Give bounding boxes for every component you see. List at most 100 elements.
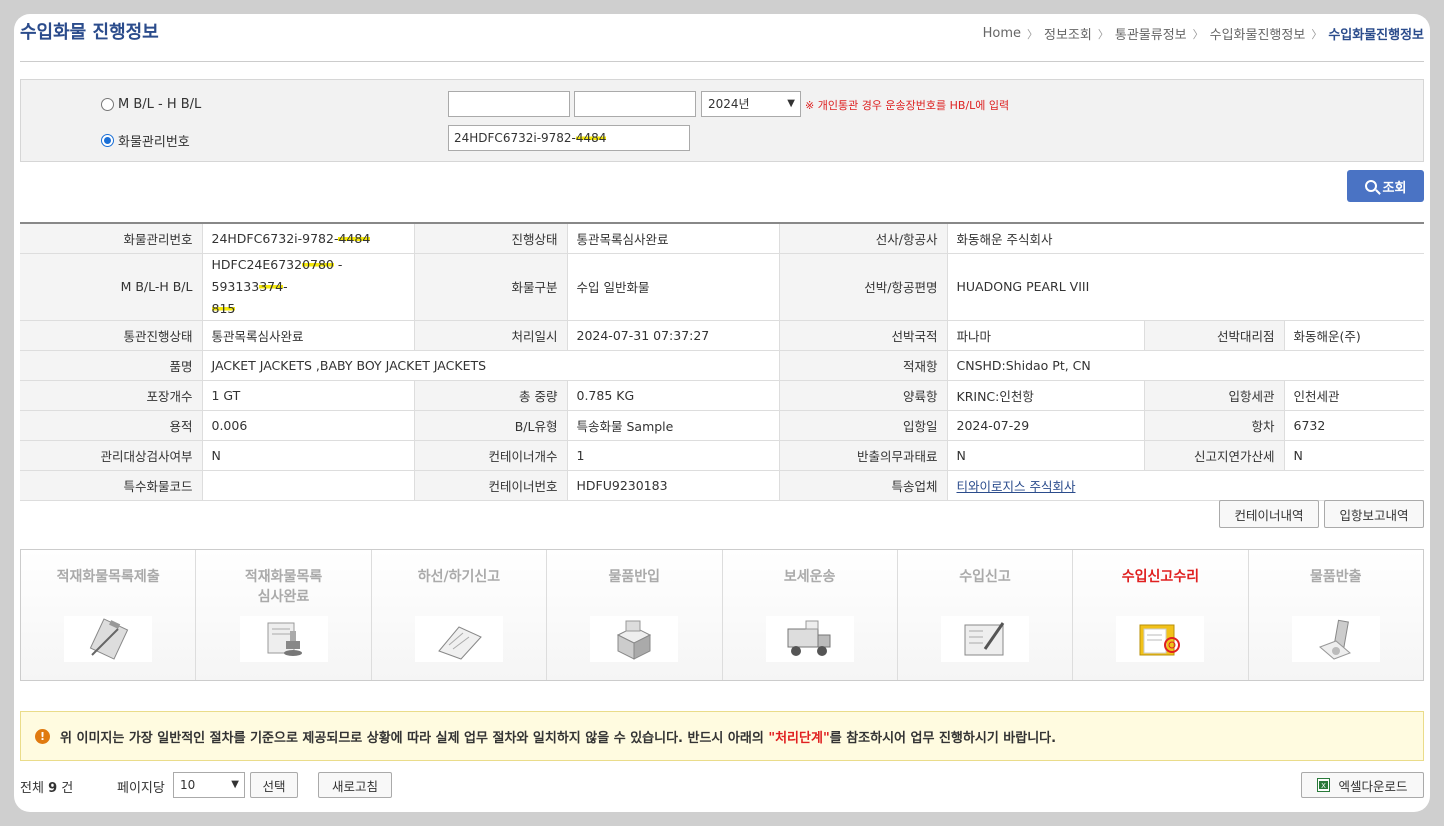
truck-icon (765, 616, 854, 662)
cell-header: 화물관리번호 (20, 223, 203, 254)
cargo-number-input[interactable]: 24HDFC6732i-9782-4484 (448, 125, 690, 151)
step-label: 적재화물목록제출 (56, 569, 160, 585)
search-icon (1364, 180, 1377, 192)
table-row: 화물관리번호 24HDFC6732i-9782-4484 진행상태 통관목록심사… (20, 223, 1424, 254)
cell-value: CNSHD:Shidao Pt, CN (947, 350, 1424, 381)
cell-header: 입항세관 (1144, 380, 1285, 411)
cell-header: 관리대상검사여부 (20, 440, 203, 471)
radio-cargo-row[interactable]: 화물관리번호 (101, 131, 190, 150)
list-footer: 전체 9 건 페이지당 10 ▼ 선택 새로고침 X 엑셀다운로드 (20, 771, 1424, 799)
cell-value: JACKET JACKETS ,BABY BOY JACKET JACKETS (202, 350, 780, 381)
arrival-report-button[interactable]: 입항보고내역 (1324, 500, 1424, 528)
cell-value: 2024-07-29 (947, 410, 1145, 441)
search-button-label: 조회 (1382, 180, 1407, 196)
cell-header: 처리일시 (414, 320, 568, 351)
search-button[interactable]: 조회 (1347, 170, 1424, 202)
select-button[interactable]: 선택 (250, 772, 298, 798)
step-label: 하선/하기신고 (417, 569, 501, 585)
masked-text: 4484 (338, 230, 371, 246)
step-label: 적재화물목록 심사완료 (244, 569, 323, 605)
chevron-right-icon: 〉 (1192, 27, 1204, 41)
notice-text-post: 를 참조하시어 업무 진행하시기 바랍니다. (829, 730, 1057, 746)
cargo-info-table: 화물관리번호 24HDFC6732i-9782-4484 진행상태 통관목록심사… (20, 222, 1424, 501)
table-row: M B/L-H B/L HDFC24E67320780 - 593133374-… (20, 253, 1424, 321)
cell-header: 항차 (1144, 410, 1285, 441)
step-label: 물품반출 (1310, 569, 1362, 585)
cell-value: 특송화물 Sample (567, 410, 780, 441)
container-detail-button[interactable]: 컨테이너내역 (1219, 500, 1319, 528)
bl-text: - (283, 278, 288, 294)
cell-header: 신고지연가산세 (1144, 440, 1285, 471)
page-title: 수입화물 진행정보 (20, 22, 159, 43)
mbl-input[interactable] (448, 91, 570, 117)
chevron-down-icon: ▼ (231, 779, 239, 790)
approved-folder-icon (1116, 616, 1205, 662)
cell-value: N (202, 440, 415, 471)
cell-value: 인천세관 (1284, 380, 1424, 411)
cell-header: B/L유형 (414, 410, 568, 441)
per-page-select[interactable]: 10 ▼ (173, 772, 245, 798)
cell-header: 포장개수 (20, 380, 203, 411)
hbl-input[interactable] (574, 91, 696, 117)
year-select[interactable]: 2024년 ▼ (701, 91, 801, 117)
cargo-number-masked: 4484 (575, 131, 607, 145)
notice-banner: ! 위 이미지는 가장 일반적인 절차를 기준으로 제공되므로 상황에 따라 실… (20, 711, 1424, 761)
cell-header: 적재항 (779, 350, 948, 381)
per-page-label: 페이지당 (117, 781, 165, 796)
table-row: 품명 JACKET JACKETS ,BABY BOY JACKET JACKE… (20, 350, 1424, 381)
breadcrumb-home[interactable]: Home (983, 26, 1021, 41)
cell-value: 0.006 (202, 410, 415, 441)
radio-cargo[interactable] (101, 134, 114, 147)
cell-header: 입항일 (779, 410, 948, 441)
cell-value: 수입 일반화물 (567, 253, 780, 321)
cell-header: 용적 (20, 410, 203, 441)
refresh-button[interactable]: 새로고침 (318, 772, 392, 798)
total-label: 전체 (20, 781, 49, 796)
cell-header: 양륙항 (779, 380, 948, 411)
masked-text: 0780 (302, 256, 334, 272)
step-item: 물품반출 (1249, 550, 1423, 680)
radio-mbl[interactable] (101, 98, 114, 111)
cell-value: 2024-07-31 07:37:27 (567, 320, 780, 351)
breadcrumb-import[interactable]: 수입화물진행정보 (1210, 24, 1306, 43)
cell-header: M B/L-H B/L (20, 253, 203, 321)
cell-value: 화동해운 주식회사 (947, 223, 1424, 254)
chevron-down-icon: ▼ (787, 98, 795, 109)
hbl-note: ※ 개인통관 경우 운송장번호를 HB/L에 입력 (805, 99, 1010, 112)
cell-value: N (1284, 440, 1424, 471)
cell-header: 품명 (20, 350, 203, 381)
page: 수입화물 진행정보 Home 〉 정보조회 〉 통관물류정보 〉 수입화물진행정… (14, 14, 1430, 812)
step-label: 수입신고수리 (1121, 569, 1200, 585)
table-row: 포장개수 1 GT 총 중량 0.785 KG 양륙항 KRINC:인천항 입항… (20, 380, 1424, 411)
radio-cargo-label: 화물관리번호 (118, 135, 190, 150)
chevron-right-icon: 〉 (1311, 27, 1323, 41)
step-label: 수입신고 (959, 569, 1011, 585)
breadcrumb-current: 수입화물진행정보 (1328, 28, 1424, 43)
courier-link[interactable]: 티와이로지스 주식회사 (957, 479, 1076, 494)
declaration-icon (941, 616, 1030, 662)
cell-bl-number: HDFC24E67320780 - 593133374- 815 (202, 253, 415, 321)
cell-value: 화동해운(주) (1284, 320, 1424, 351)
breadcrumb-info[interactable]: 정보조회 (1044, 24, 1092, 43)
cell-value: 통관목록심사완료 (202, 320, 415, 351)
search-panel: M B/L - H B/L 화물관리번호 2024년 ▼ ※ 개인통관 경우 운… (20, 79, 1424, 162)
cell-header: 선박대리점 (1144, 320, 1285, 351)
cell-header: 선박/항공편명 (779, 253, 948, 321)
cell-value (202, 470, 415, 501)
excel-download-button[interactable]: X 엑셀다운로드 (1301, 772, 1424, 798)
cargo-number-text: 24HDFC6732i-9782- (211, 230, 339, 246)
cell-value: 1 GT (202, 380, 415, 411)
radio-mbl-row[interactable]: M B/L - H B/L (101, 97, 201, 112)
cargo-number-prefix: 24HDFC6732i-9782- (454, 131, 576, 145)
masked-text: 374 (259, 278, 284, 294)
bl-text: HDFC24E6732 (211, 256, 303, 272)
cell-value: HDFU9230183 (567, 470, 780, 501)
notice-text-highlight: "처리단계" (768, 730, 830, 746)
breadcrumb-customs[interactable]: 통관물류정보 (1115, 24, 1187, 43)
document-icon (414, 616, 503, 662)
cell-header: 컨테이너번호 (414, 470, 568, 501)
cell-header: 선박국적 (779, 320, 948, 351)
warning-icon: ! (35, 728, 50, 744)
boxes-icon (590, 616, 679, 662)
clipboard-icon (64, 616, 153, 662)
